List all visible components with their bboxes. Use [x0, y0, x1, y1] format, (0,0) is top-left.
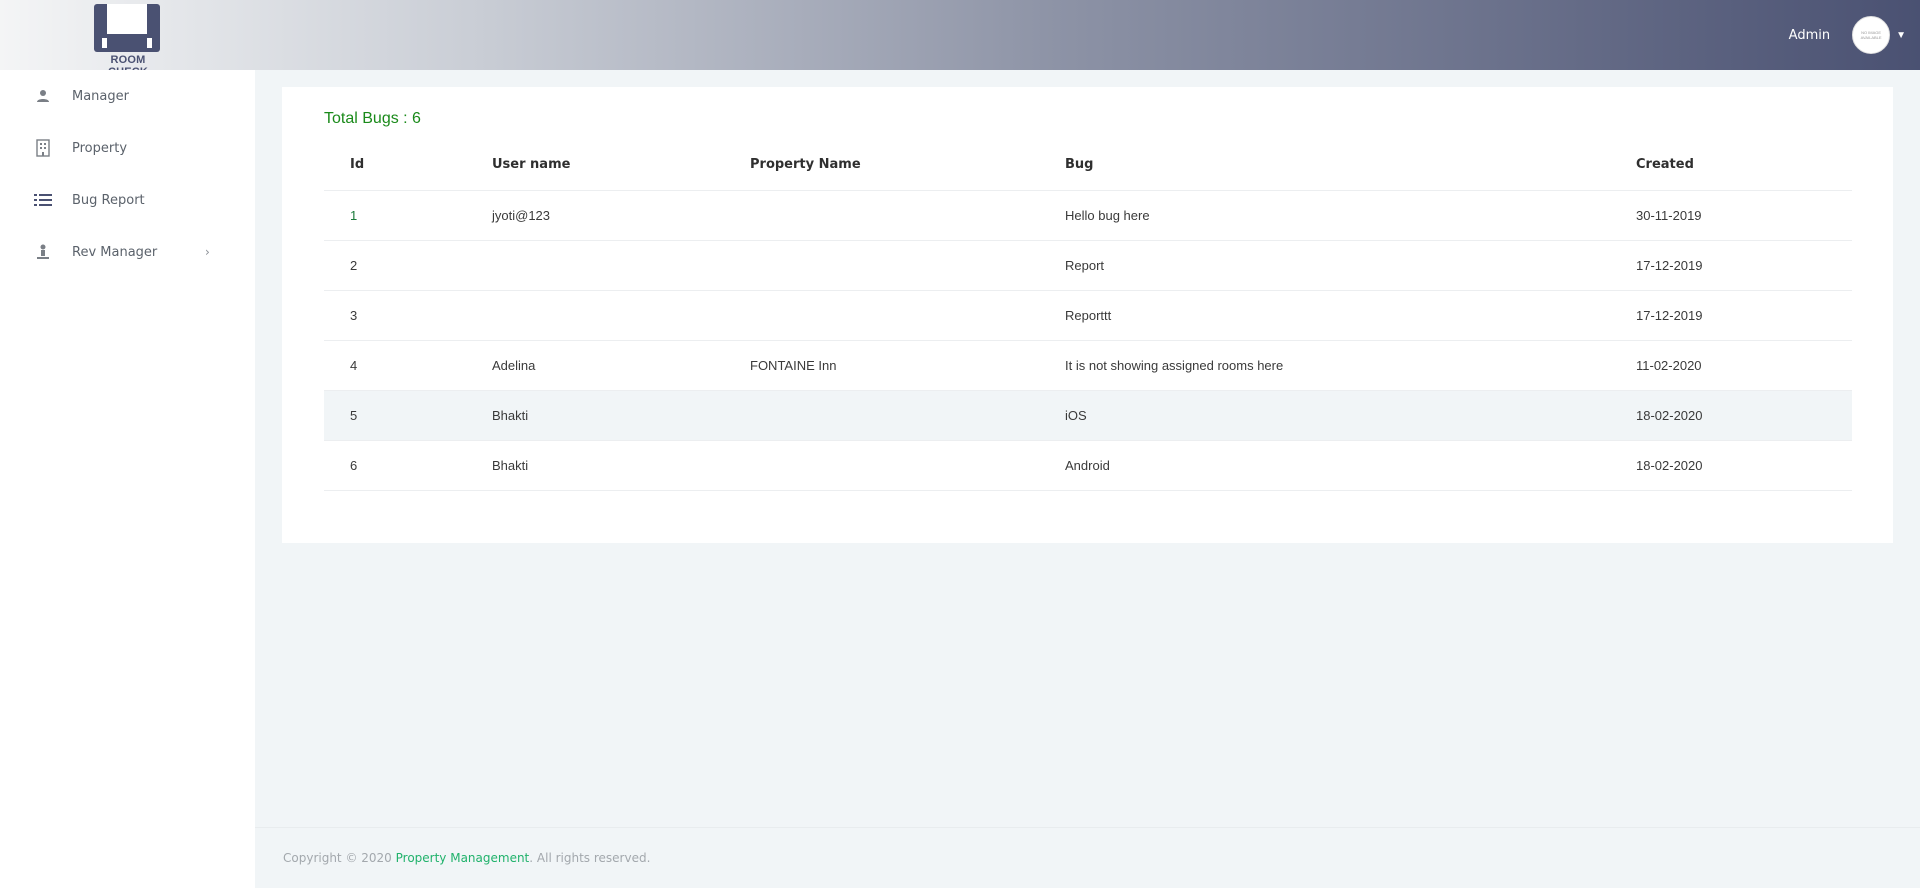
person-icon — [34, 87, 52, 105]
cell-id: 4 — [324, 340, 466, 391]
building-icon — [34, 139, 52, 157]
cell-property-name: FONTAINE Inn — [724, 340, 1039, 391]
cell-property-name — [724, 290, 1039, 341]
bug-table: Id User name Property Name Bug Created 1… — [324, 139, 1852, 491]
column-header-user-name[interactable]: User name — [466, 139, 724, 191]
cell-created: 18-02-2020 — [1610, 440, 1852, 491]
cell-bug: Reporttt — [1039, 290, 1610, 341]
cell-user-name: Bhakti — [466, 440, 724, 491]
cell-id: 6 — [324, 440, 466, 491]
cell-bug: Hello bug here — [1039, 190, 1610, 241]
footer: Copyright © 2020 Property Management. Al… — [283, 851, 650, 865]
sidebar-item-label: Property — [72, 140, 128, 156]
cell-id[interactable]: 1 — [324, 190, 466, 241]
cell-user-name — [466, 240, 724, 291]
chevron-right-icon[interactable]: › — [205, 226, 210, 278]
footer-copyright: Copyright © 2020 — [283, 851, 396, 865]
table-row[interactable]: 1 jyoti@123 Hello bug here 30-11-2019 — [324, 190, 1852, 241]
cell-property-name — [724, 440, 1039, 491]
cell-created: 17-12-2019 — [1610, 240, 1852, 291]
cell-created: 17-12-2019 — [1610, 290, 1852, 341]
chevron-down-icon[interactable]: ▼ — [1896, 30, 1906, 41]
bug-report-card: Total Bugs : 6 Id User name Property Nam… — [282, 87, 1893, 543]
sidebar-item-label: Manager — [72, 88, 129, 104]
cell-bug: It is not showing assigned rooms here — [1039, 340, 1610, 391]
user-name[interactable]: Admin — [1789, 28, 1830, 43]
table-row[interactable]: 6 Bhakti Android 18-02-2020 — [324, 440, 1852, 491]
cell-property-name — [724, 390, 1039, 441]
table-row[interactable]: 3 Reporttt 17-12-2019 — [324, 290, 1852, 341]
column-header-created[interactable]: Created — [1610, 139, 1852, 191]
top-header: ROOM CHECK Admin NO IMAGE AVAILABLE ▼ — [0, 0, 1920, 78]
user-menu[interactable]: Admin NO IMAGE AVAILABLE ▼ — [1789, 0, 1920, 70]
cell-created: 30-11-2019 — [1610, 190, 1852, 241]
footer-divider — [255, 827, 1920, 828]
cell-user-name: Adelina — [466, 340, 724, 391]
cell-id: 3 — [324, 290, 466, 341]
cell-bug: Android — [1039, 440, 1610, 491]
sidebar-item-bug-report[interactable]: Bug Report — [0, 174, 255, 226]
sidebar-item-manager[interactable]: Manager — [0, 70, 255, 122]
logo-icon — [94, 4, 160, 52]
room-check-logo[interactable]: ROOM CHECK — [92, 2, 164, 78]
cell-user-name: jyoti@123 — [466, 190, 724, 241]
cell-user-name — [466, 290, 724, 341]
person-stand-icon — [34, 243, 52, 261]
sidebar-item-rev-manager[interactable]: Rev Manager › — [0, 226, 255, 278]
cell-property-name — [724, 240, 1039, 291]
total-bugs-count: Total Bugs : 6 — [324, 110, 421, 127]
cell-bug: Report — [1039, 240, 1610, 291]
table-row[interactable]: 2 Report 17-12-2019 — [324, 240, 1852, 291]
sidebar-item-label: Bug Report — [72, 192, 145, 208]
table-header-row: Id User name Property Name Bug Created — [324, 139, 1852, 191]
sidebar-item-property[interactable]: Property — [0, 122, 255, 174]
column-header-id[interactable]: Id — [324, 139, 466, 191]
table-row[interactable]: 5 Bhakti iOS 18-02-2020 — [324, 390, 1852, 441]
column-header-bug[interactable]: Bug — [1039, 139, 1610, 191]
avatar[interactable]: NO IMAGE AVAILABLE — [1852, 16, 1891, 54]
cell-id: 5 — [324, 390, 466, 441]
cell-user-name: Bhakti — [466, 390, 724, 441]
column-header-property-name[interactable]: Property Name — [724, 139, 1039, 191]
sidebar: Manager Property Bug Report Rev Manager … — [0, 70, 255, 888]
cell-created: 18-02-2020 — [1610, 390, 1852, 441]
footer-brand-link[interactable]: Property Management — [396, 851, 530, 865]
cell-created: 11-02-2020 — [1610, 340, 1852, 391]
list-icon — [34, 191, 52, 209]
sidebar-item-label: Rev Manager — [72, 244, 158, 260]
cell-property-name — [724, 190, 1039, 241]
cell-bug: iOS — [1039, 390, 1610, 441]
footer-rights: . All rights reserved. — [529, 851, 651, 865]
table-row[interactable]: 4 Adelina FONTAINE Inn It is not showing… — [324, 340, 1852, 391]
avatar-placeholder-text: NO IMAGE AVAILABLE — [1860, 30, 1882, 40]
cell-id: 2 — [324, 240, 466, 291]
